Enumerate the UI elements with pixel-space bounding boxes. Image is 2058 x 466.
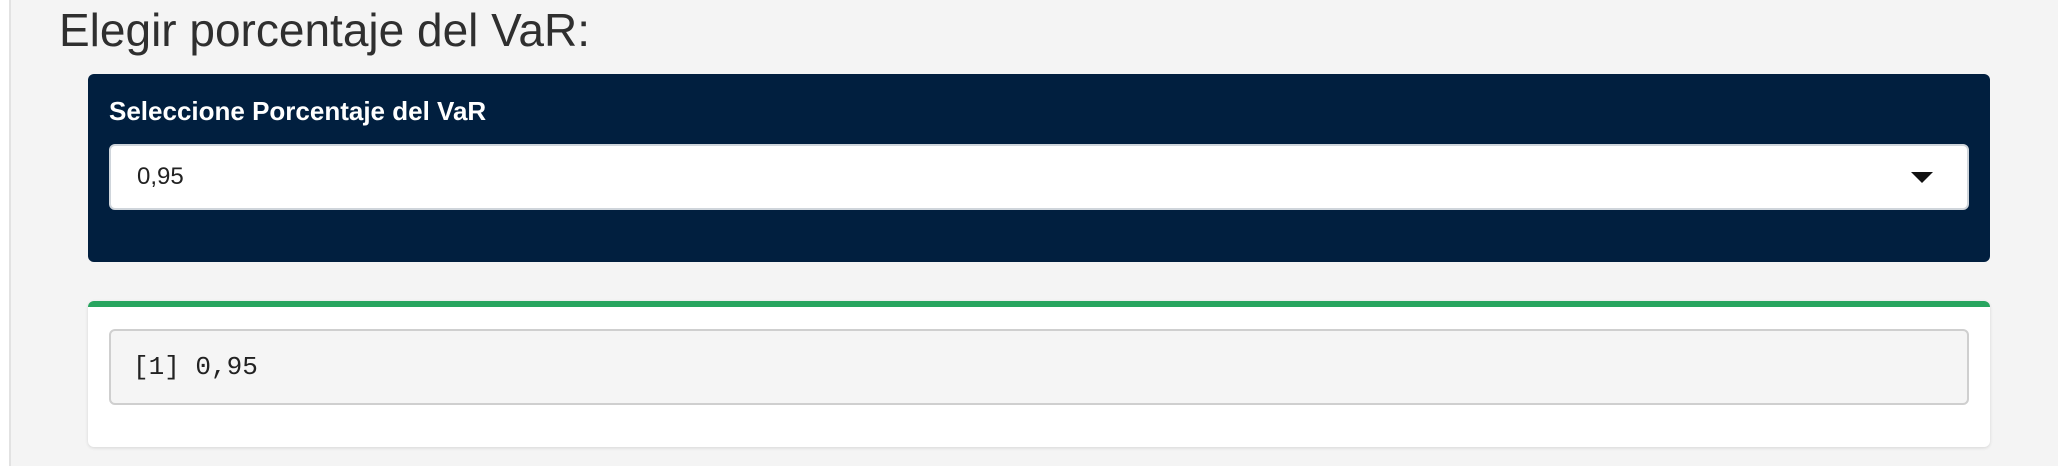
page: Elegir porcentaje del VaR: Seleccione Po… <box>0 0 2058 466</box>
selector-label: Seleccione Porcentaje del VaR <box>109 96 487 126</box>
output-box: [1] 0,95 <box>88 301 1990 447</box>
section-title: Elegir porcentaje del VaR: <box>59 4 590 56</box>
verbatim-output: [1] 0,95 <box>109 329 1969 405</box>
selected-value: 0,95 <box>137 163 184 190</box>
output-text: [1] 0,95 <box>133 352 258 382</box>
main-content: Elegir porcentaje del VaR: Seleccione Po… <box>9 0 2058 466</box>
chevron-down-icon[interactable] <box>1911 172 1933 183</box>
selector-box: Seleccione Porcentaje del VaR 0,95 <box>88 74 1990 262</box>
var-percentage-select[interactable]: 0,95 <box>109 144 1969 210</box>
